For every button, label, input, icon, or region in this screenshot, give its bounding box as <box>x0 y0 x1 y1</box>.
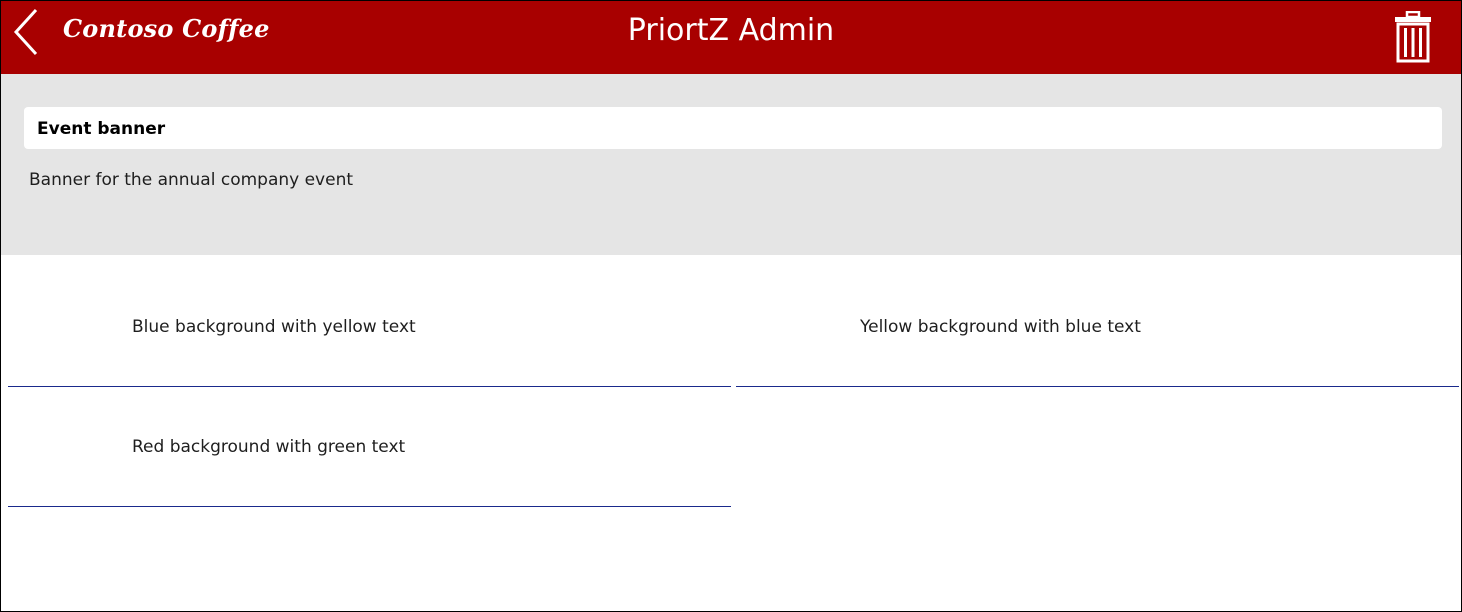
delete-button[interactable] <box>1393 10 1433 63</box>
gallery-item[interactable]: Red background with green text <box>8 376 731 507</box>
app-screen: Contoso Coffee PriortZ Admin Event banne… <box>0 0 1462 612</box>
name-value: Event banner <box>37 119 166 139</box>
description-text: Banner for the annual company event <box>29 170 354 190</box>
gallery-item-label: Yellow background with blue text <box>860 317 1141 337</box>
gallery-item[interactable]: Blue background with yellow text <box>8 256 731 387</box>
gallery-item-divider <box>736 386 1459 387</box>
gallery-item[interactable]: Yellow background with blue text <box>736 256 1459 387</box>
trash-icon <box>1395 10 1431 63</box>
gallery-item-divider <box>8 506 731 507</box>
name-field[interactable]: Event banner <box>24 107 1442 149</box>
gallery-item-label: Blue background with yellow text <box>132 317 416 337</box>
page-title: PriortZ Admin <box>627 13 835 48</box>
app-header: Contoso Coffee PriortZ Admin <box>1 1 1461 74</box>
detail-panel: Event banner Banner for the annual compa… <box>1 74 1461 255</box>
gallery-item-label: Red background with green text <box>132 437 406 457</box>
